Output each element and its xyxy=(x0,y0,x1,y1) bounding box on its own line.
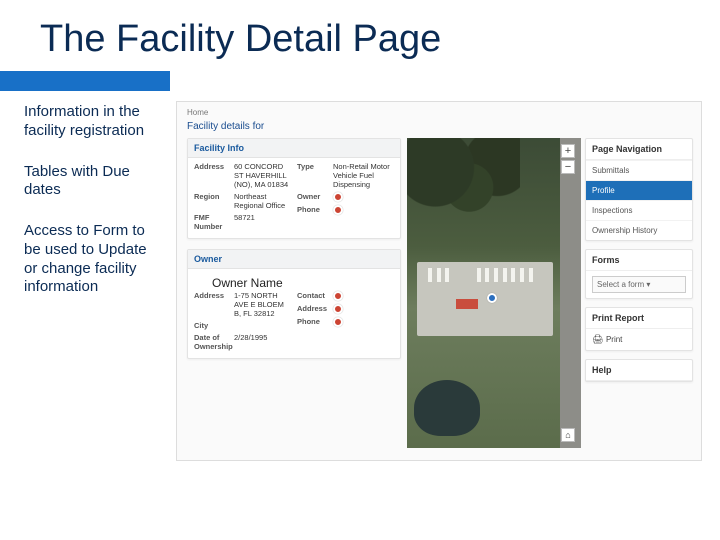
label-type: Type xyxy=(297,162,333,189)
center-pane: Facility Info Address60 CONCORD ST HAVER… xyxy=(177,138,407,448)
accent-bar xyxy=(0,71,720,91)
nav-item-inspections[interactable]: Inspections xyxy=(586,200,692,220)
forms-header: Forms xyxy=(586,250,692,271)
left-column: Information in the facility registration… xyxy=(0,91,170,511)
nav-item-profile[interactable]: Profile xyxy=(586,180,692,200)
zoom-in-button[interactable]: + xyxy=(561,144,575,158)
redaction-dot-icon xyxy=(333,304,343,314)
redaction-dot-icon xyxy=(333,205,343,215)
map-pond xyxy=(414,380,480,436)
map-zoom-controls: + − xyxy=(561,144,575,176)
forms-panel: Forms Select a form ▾ xyxy=(585,249,693,299)
map-vehicle xyxy=(511,268,515,282)
redaction-dot-icon xyxy=(333,317,343,327)
map-pin-icon xyxy=(487,293,497,303)
owner-contact-redacted xyxy=(333,291,394,301)
label-phone: Phone xyxy=(297,205,333,215)
map-trees xyxy=(407,138,520,237)
owner-label-date: Date of Ownership xyxy=(194,333,234,351)
facility-info-body: Address60 CONCORD ST HAVERHILL (NO), MA … xyxy=(188,158,400,238)
map-vehicle xyxy=(445,268,449,282)
owner-address2-redacted xyxy=(333,304,394,314)
owner-label-address: Address xyxy=(194,291,234,318)
value-address: 60 CONCORD ST HAVERHILL (NO), MA 01834 xyxy=(234,162,291,189)
nav-item-ownership-history[interactable]: Ownership History xyxy=(586,220,692,240)
owner-panel: Owner Owner Name Address1-75 NORTH AVE E… xyxy=(187,249,401,359)
owner-value-date: 2/28/1995 xyxy=(234,333,291,351)
owner-label-address2: Address xyxy=(297,304,333,314)
slide-title: The Facility Detail Page xyxy=(0,0,720,71)
left-block-2: Tables with Due dates xyxy=(24,163,156,201)
print-report-panel: Print Report Print xyxy=(585,307,693,351)
label-fmf: FMF Number xyxy=(194,213,234,231)
left-block-3: Access to Form to be used to Update or c… xyxy=(24,222,156,297)
zoom-out-button[interactable]: − xyxy=(561,160,575,174)
owner-value-address: 1-75 NORTH AVE E BLOEM B, FL 32812 xyxy=(234,291,291,318)
map-building xyxy=(456,299,478,309)
help-panel: Help xyxy=(585,359,693,382)
accent-blue xyxy=(0,71,170,91)
print-button[interactable]: Print xyxy=(586,329,692,350)
owner-header: Owner xyxy=(188,250,400,269)
owner-label-phone: Phone xyxy=(297,317,333,327)
nav-item-submittals[interactable]: Submittals xyxy=(586,160,692,180)
value-phone-redacted xyxy=(333,205,394,215)
print-report-header: Print Report xyxy=(586,308,692,329)
owner-label-city: City xyxy=(194,321,234,330)
forms-select[interactable]: Select a form ▾ xyxy=(592,276,686,293)
value-region: Northeast Regional Office xyxy=(234,192,291,210)
label-address: Address xyxy=(194,162,234,189)
value-fmf: 58721 xyxy=(234,213,291,231)
map-vehicle xyxy=(428,268,432,282)
map-vehicle xyxy=(529,268,533,282)
map-road xyxy=(560,138,581,448)
map-home-button[interactable]: ⌂ xyxy=(561,428,575,442)
map-vehicle xyxy=(503,268,507,282)
right-column: Home Facility details for Facility Info … xyxy=(170,91,720,511)
help-header: Help xyxy=(586,360,692,381)
map-vehicle xyxy=(477,268,481,282)
owner-phone-redacted xyxy=(333,317,394,327)
page-heading: Facility details for xyxy=(177,119,701,138)
label-region: Region xyxy=(194,192,234,210)
slide: The Facility Detail Page Information in … xyxy=(0,0,720,540)
owner-value-city xyxy=(234,321,291,330)
value-type: Non-Retail Motor Vehicle Fuel Dispensing xyxy=(333,162,394,189)
value-owner-redacted xyxy=(333,192,394,202)
browser-screenshot: Home Facility details for Facility Info … xyxy=(176,101,702,461)
facility-info-panel: Facility Info Address60 CONCORD ST HAVER… xyxy=(187,138,401,239)
map-vehicle xyxy=(494,268,498,282)
page-navigation-header: Page Navigation xyxy=(586,139,692,160)
content-row: Facility Info Address60 CONCORD ST HAVER… xyxy=(177,138,701,448)
body-row: Information in the facility registration… xyxy=(0,91,720,511)
page-navigation-panel: Page Navigation Submittals Profile Inspe… xyxy=(585,138,693,241)
label-owner: Owner xyxy=(297,192,333,202)
redaction-dot-icon xyxy=(333,291,343,301)
map-aerial[interactable]: + − ⌂ xyxy=(407,138,581,448)
left-block-1: Information in the facility registration xyxy=(24,103,156,141)
map-pin[interactable] xyxy=(487,293,500,303)
owner-name-overlay: Owner Name xyxy=(208,274,287,292)
owner-label-contact: Contact xyxy=(297,291,333,301)
facility-info-header: Facility Info xyxy=(188,139,400,158)
map-vehicle xyxy=(485,268,489,282)
breadcrumb[interactable]: Home xyxy=(177,102,701,119)
right-sidebar: Page Navigation Submittals Profile Inspe… xyxy=(581,138,701,448)
redaction-dot-icon xyxy=(333,192,343,202)
map-vehicle xyxy=(437,268,441,282)
map-vehicle xyxy=(520,268,524,282)
